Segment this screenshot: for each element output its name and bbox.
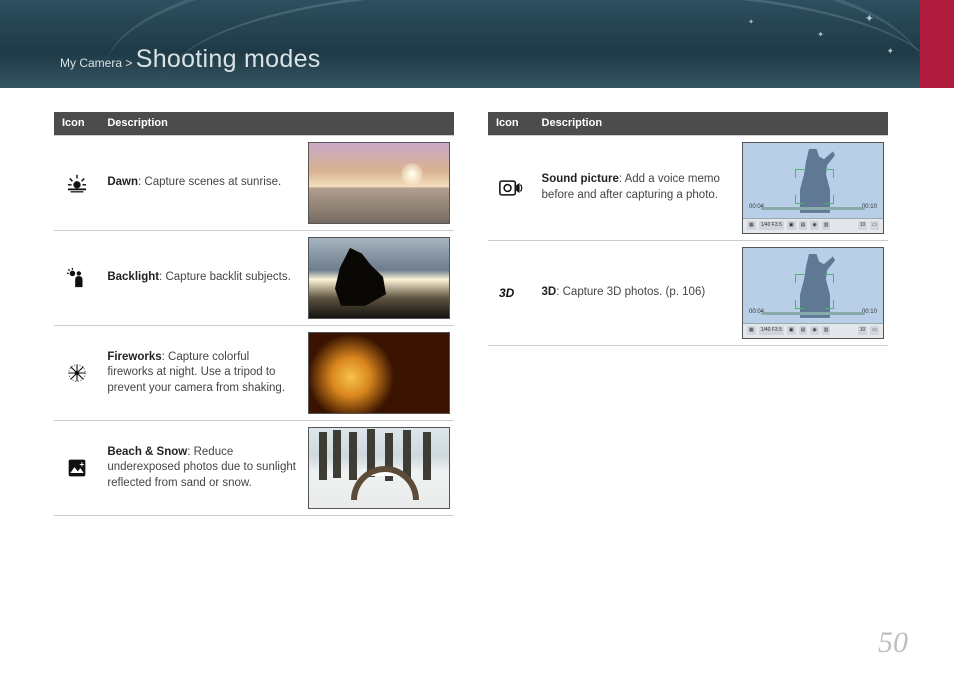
lcd-status-bar: ▦1/40 F3.5▣▤◉▥10▭ <box>743 323 883 338</box>
lcd-status-bar: ▦1/40 F3.5▣▤◉▥10▭ <box>743 218 883 233</box>
lcd-progress <box>761 207 865 210</box>
dawn-thumb <box>308 142 450 224</box>
lcd-info: 1/40 F3.5 <box>759 221 784 230</box>
focus-corner <box>795 300 804 309</box>
lcd-info: 1/40 F3.5 <box>759 326 784 335</box>
mode-thumbnail-cell <box>304 230 454 325</box>
breadcrumb-sep: > <box>125 56 132 70</box>
mode-thumbnail-cell <box>304 420 454 515</box>
lcd-preview: ▦1/40 F3.5▣▤◉▥10▭00:0400:10 <box>742 247 884 339</box>
sparkle-icon: ✦ <box>865 12 874 25</box>
focus-corner <box>795 195 804 204</box>
snow-thumb <box>308 427 450 509</box>
mode-thumbnail-cell <box>304 325 454 420</box>
mode-term: Fireworks <box>107 351 161 363</box>
mode-term: 3D <box>542 286 557 298</box>
mode-description: 3D: Capture 3D photos. (p. 106) <box>534 240 738 345</box>
mode-description: Dawn: Capture scenes at sunrise. <box>99 135 304 230</box>
sparkle-icon: ✦ <box>886 46 894 57</box>
right-column: Icon Description Sound picture: Add a vo… <box>488 112 888 516</box>
beachsnow-icon: + <box>54 420 99 515</box>
mode-term: Backlight <box>107 271 159 283</box>
dawn-icon <box>54 135 99 230</box>
focus-corner <box>795 274 804 283</box>
mode-description: Beach & Snow: Reduce underexposed photos… <box>99 420 304 515</box>
accent-bar <box>920 0 954 88</box>
svg-text:+: + <box>79 459 84 469</box>
manual-page: ✦ ✦ ✦ ✦ My Camera > Shooting modes Icon … <box>0 0 954 676</box>
lcd-progress <box>761 312 865 315</box>
modes-table-right: Icon Description Sound picture: Add a vo… <box>488 112 888 346</box>
table-row: Backlight: Capture backlit subjects. <box>54 230 454 325</box>
page-number: 50 <box>878 626 908 660</box>
col-header-desc: Description <box>99 112 454 135</box>
focus-corner <box>825 300 834 309</box>
breadcrumb-section: My Camera <box>60 56 122 70</box>
decor-swoosh <box>164 0 944 88</box>
mode-description: Fireworks: Capture colorful fireworks at… <box>99 325 304 420</box>
col-header-desc: Description <box>534 112 888 135</box>
mode-thumbnail-cell: ▦1/40 F3.5▣▤◉▥10▭00:0400:10 <box>738 135 888 240</box>
table-row: + Beach & Snow: Reduce underexposed photo… <box>54 420 454 515</box>
back-thumb <box>308 237 450 319</box>
modes-table-left: Icon Description Dawn: Capture scenes at… <box>54 112 454 516</box>
soundpic-icon <box>488 135 534 240</box>
sparkle-icon: ✦ <box>817 30 824 39</box>
mode-text: : Capture scenes at sunrise. <box>138 176 281 188</box>
focus-corner <box>795 169 804 178</box>
breadcrumb: My Camera > Shooting modes <box>60 45 321 74</box>
focus-corner <box>825 274 834 283</box>
fire-thumb <box>308 332 450 414</box>
col-header-icon: Icon <box>488 112 534 135</box>
backlight-icon <box>54 230 99 325</box>
focus-corner <box>825 169 834 178</box>
mode-text: : Capture backlit subjects. <box>159 271 291 283</box>
col-header-icon: Icon <box>54 112 99 135</box>
table-row: Sound picture: Add a voice memo before a… <box>488 135 888 240</box>
mode-term: Sound picture <box>542 173 619 185</box>
mode-term: Dawn <box>107 176 138 188</box>
sparkle-icon: ✦ <box>748 18 754 26</box>
mode-thumbnail-cell: ▦1/40 F3.5▣▤◉▥10▭00:0400:10 <box>738 240 888 345</box>
mode-text: : Capture 3D photos. (p. 106) <box>556 286 705 298</box>
page-title: Shooting modes <box>136 45 321 73</box>
page-header: ✦ ✦ ✦ ✦ My Camera > Shooting modes <box>0 0 954 88</box>
svg-text:3D: 3D <box>499 286 515 300</box>
table-row: 3D3D: Capture 3D photos. (p. 106)▦1/40 F… <box>488 240 888 345</box>
mode-thumbnail-cell <box>304 135 454 230</box>
mode-description: Backlight: Capture backlit subjects. <box>99 230 304 325</box>
focus-corner <box>825 195 834 204</box>
mode-term: Beach & Snow <box>107 446 187 458</box>
page-content: Icon Description Dawn: Capture scenes at… <box>0 88 954 516</box>
mode-description: Sound picture: Add a voice memo before a… <box>534 135 738 240</box>
lcd-preview: ▦1/40 F3.5▣▤◉▥10▭00:0400:10 <box>742 142 884 234</box>
fireworks-icon <box>54 325 99 420</box>
table-row: Dawn: Capture scenes at sunrise. <box>54 135 454 230</box>
table-row: Fireworks: Capture colorful fireworks at… <box>54 325 454 420</box>
3d-icon: 3D <box>488 240 534 345</box>
left-column: Icon Description Dawn: Capture scenes at… <box>54 112 454 516</box>
